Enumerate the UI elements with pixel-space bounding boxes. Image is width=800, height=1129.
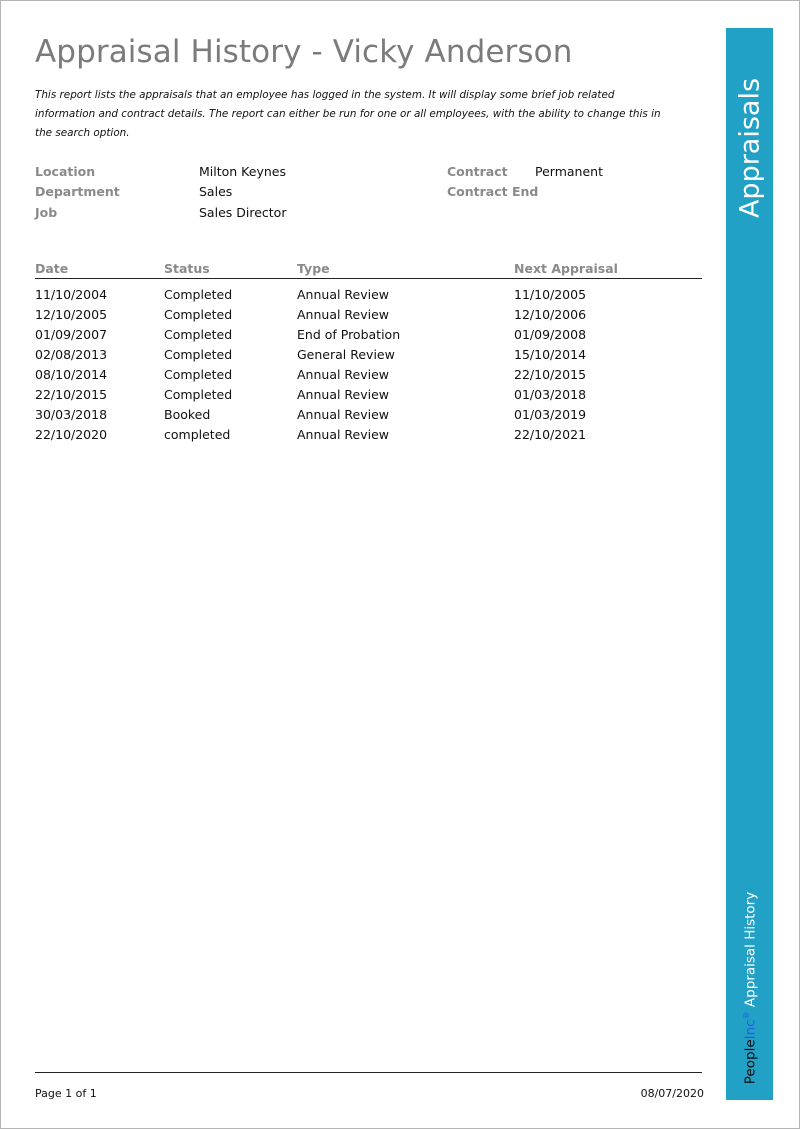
cell-status: Booked — [164, 407, 211, 422]
page-border — [0, 0, 800, 1129]
table-row: 22/10/2020 completed Annual Review 22/10… — [0, 427, 720, 447]
table-row: 02/08/2013 Completed General Review 15/1… — [0, 347, 720, 367]
footer-rule — [35, 1072, 702, 1073]
cell-type: End of Probation — [297, 327, 401, 342]
page-number: Page 1 of 1 — [35, 1087, 97, 1100]
cell-next-appraisal: 15/10/2014 — [514, 347, 587, 362]
cell-next-appraisal: 12/10/2006 — [514, 307, 587, 322]
location-value: Milton Keynes — [199, 164, 286, 179]
department-label: Department — [35, 184, 120, 199]
cell-type: General Review — [297, 347, 395, 362]
sidebar-banner: Appraisals PeopleInc® Appraisal History — [726, 28, 773, 1100]
cell-type: Annual Review — [297, 407, 390, 422]
sidebar-brand: PeopleInc® Appraisal History — [741, 892, 758, 1084]
brand-people: People — [741, 1039, 758, 1085]
location-label: Location — [35, 164, 96, 179]
table-row: 12/10/2005 Completed Annual Review 12/10… — [0, 307, 720, 327]
contract-end-label: Contract End — [447, 184, 539, 199]
description-line-2: information and contract details. The re… — [35, 108, 661, 120]
table-row: 30/03/2018 Booked Annual Review 01/03/20… — [0, 407, 720, 427]
cell-next-appraisal: 22/10/2015 — [514, 367, 587, 382]
column-header-date: Date — [35, 261, 69, 276]
cell-type: Annual Review — [297, 367, 390, 382]
cell-date: 22/10/2015 — [35, 387, 108, 402]
cell-date: 01/09/2007 — [35, 327, 108, 342]
cell-next-appraisal: 22/10/2021 — [514, 427, 587, 442]
cell-date: 12/10/2005 — [35, 307, 108, 322]
table-row: 22/10/2015 Completed Annual Review 01/03… — [0, 387, 720, 407]
cell-status: Completed — [164, 367, 233, 382]
job-label: Job — [35, 205, 58, 220]
brand-registered-mark: ® — [741, 1011, 751, 1020]
cell-next-appraisal: 11/10/2005 — [514, 287, 587, 302]
column-header-next-appraisal: Next Appraisal — [514, 261, 618, 276]
cell-status: Completed — [164, 287, 233, 302]
cell-type: Annual Review — [297, 427, 390, 442]
contract-label: Contract — [447, 164, 508, 179]
cell-date: 02/08/2013 — [35, 347, 108, 362]
column-header-status: Status — [164, 261, 210, 276]
table-row: 11/10/2004 Completed Annual Review 11/10… — [0, 287, 720, 307]
table-row: 08/10/2014 Completed Annual Review 22/10… — [0, 367, 720, 387]
cell-next-appraisal: 01/03/2018 — [514, 387, 587, 402]
cell-date: 11/10/2004 — [35, 287, 108, 302]
cell-status: Completed — [164, 387, 233, 402]
cell-type: Annual Review — [297, 307, 390, 322]
report-date: 08/07/2020 — [640, 1087, 704, 1100]
contract-value: Permanent — [535, 164, 603, 179]
description-line-3: the search option. — [35, 127, 130, 139]
description-line-1: This report lists the appraisals that an… — [35, 89, 615, 101]
column-header-type: Type — [297, 261, 330, 276]
cell-status: Completed — [164, 307, 233, 322]
sidebar-title: Appraisals — [734, 77, 765, 219]
report-description: This report lists the appraisals that an… — [35, 86, 685, 143]
brand-report-name: Appraisal History — [741, 891, 758, 1012]
report-title: Appraisal History - Vicky Anderson — [35, 34, 573, 70]
table-row: 01/09/2007 Completed End of Probation 01… — [0, 327, 720, 347]
cell-type: Annual Review — [297, 287, 390, 302]
cell-date: 30/03/2018 — [35, 407, 108, 422]
cell-date: 22/10/2020 — [35, 427, 108, 442]
cell-date: 08/10/2014 — [35, 367, 108, 382]
cell-next-appraisal: 01/03/2019 — [514, 407, 587, 422]
brand-inc: Inc — [741, 1019, 758, 1040]
table-header-rule — [35, 278, 702, 279]
cell-type: Annual Review — [297, 387, 390, 402]
job-value: Sales Director — [199, 205, 287, 220]
cell-next-appraisal: 01/09/2008 — [514, 327, 587, 342]
cell-status: Completed — [164, 347, 233, 362]
cell-status: completed — [164, 427, 231, 442]
cell-status: Completed — [164, 327, 233, 342]
appraisal-table-body: 11/10/2004 Completed Annual Review 11/10… — [0, 287, 720, 447]
department-value: Sales — [199, 184, 233, 199]
